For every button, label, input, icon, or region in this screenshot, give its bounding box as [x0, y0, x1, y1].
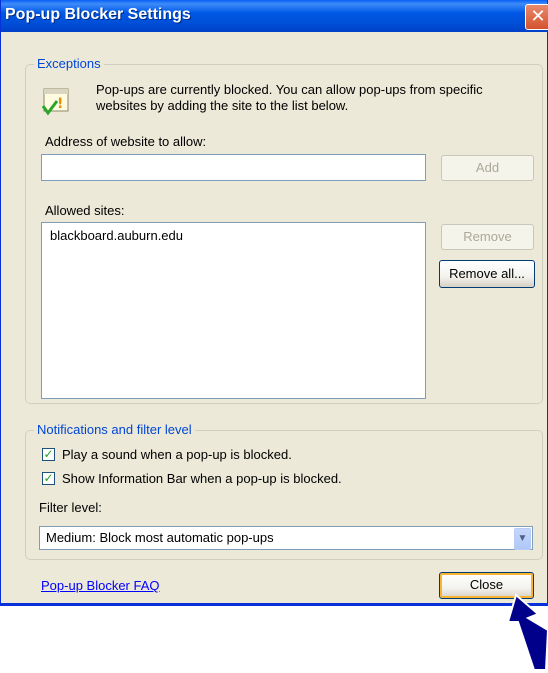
- pointer-arrow-annotation: [506, 593, 548, 671]
